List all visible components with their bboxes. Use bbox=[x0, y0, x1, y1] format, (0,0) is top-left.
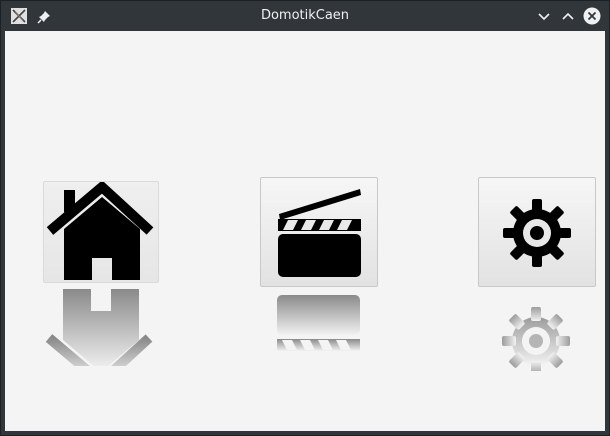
clapperboard-reflection bbox=[277, 295, 360, 351]
house-icon bbox=[46, 182, 154, 280]
gear-icon bbox=[503, 199, 571, 267]
title-bar[interactable]: DomotikCaen bbox=[1, 1, 609, 31]
maximize-icon[interactable] bbox=[560, 8, 576, 24]
gear-reflection bbox=[502, 307, 570, 371]
main-content bbox=[5, 31, 605, 431]
media-button[interactable] bbox=[260, 177, 378, 287]
minimize-icon[interactable] bbox=[536, 8, 552, 24]
window-title: DomotikCaen bbox=[260, 8, 350, 23]
house-reflection bbox=[45, 289, 153, 366]
close-icon[interactable] bbox=[583, 7, 601, 25]
settings-button[interactable] bbox=[478, 177, 596, 287]
clapperboard-icon bbox=[278, 189, 361, 277]
home-button[interactable] bbox=[43, 181, 159, 283]
app-window: DomotikCaen bbox=[0, 0, 610, 436]
